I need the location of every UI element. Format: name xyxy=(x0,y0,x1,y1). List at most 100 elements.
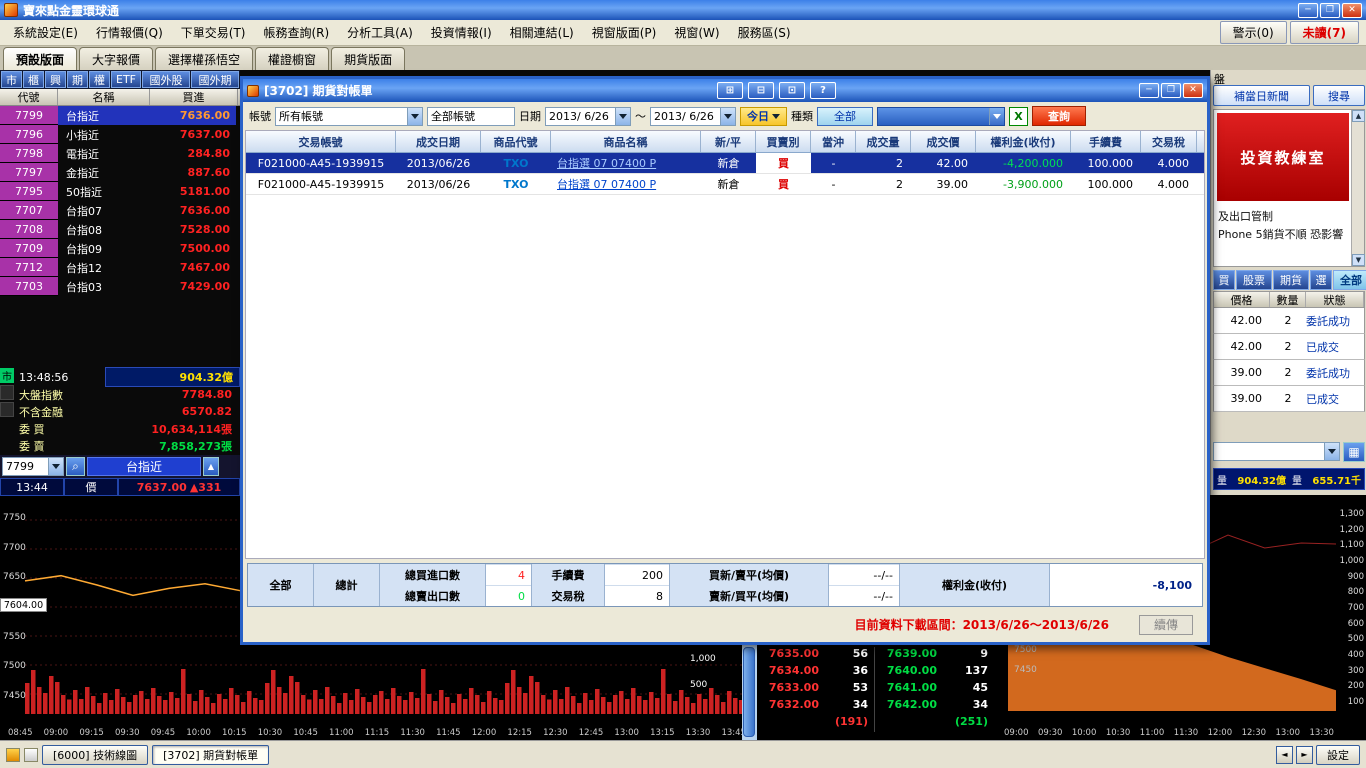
menu-item[interactable]: 行情報價(Q) xyxy=(87,20,172,45)
menu-item[interactable]: 視窗(W) xyxy=(665,20,728,45)
order-row[interactable]: 42.00 2 委託成功 xyxy=(1213,308,1365,334)
fetch-news-button[interactable]: 補當日新聞 xyxy=(1213,85,1310,106)
chevron-down-icon[interactable] xyxy=(989,107,1004,125)
dialog-close-button[interactable]: ✕ xyxy=(1183,83,1203,98)
quote-row[interactable]: 7796 小指近 7637.00 xyxy=(0,125,240,144)
scroll-up-icon[interactable]: ▲ xyxy=(1352,110,1365,122)
alert-button[interactable]: 警示(0) xyxy=(1219,21,1287,44)
menu-item[interactable]: 下單交易(T) xyxy=(172,20,255,45)
order-filter-tab[interactable]: 期貨 xyxy=(1273,270,1309,290)
depth-row[interactable]: 7635.00 56 7639.00 9 xyxy=(757,647,1000,664)
quote-row[interactable]: 7798 電指近 284.80 xyxy=(0,144,240,163)
market-tab[interactable]: ETF xyxy=(111,71,141,88)
menu-item[interactable]: 分析工具(A) xyxy=(338,20,422,45)
market-tab[interactable]: 國外股 xyxy=(142,71,190,88)
cell-product-link[interactable]: 台指選 07 07400 P xyxy=(551,174,701,194)
menu-item[interactable]: 系統設定(E) xyxy=(4,20,87,45)
cell-product-link[interactable]: 台指選 07 07400 P xyxy=(551,153,701,173)
statement-column-header[interactable]: 買賣別 xyxy=(756,131,811,152)
news-headline[interactable]: 及出口管制 xyxy=(1218,208,1273,224)
statement-column-header[interactable]: 交易帳號 xyxy=(246,131,396,152)
layout-tab-bigquote[interactable]: 大字報價 xyxy=(79,47,154,70)
quote-row[interactable]: 7709 台指09 7500.00 xyxy=(0,239,240,258)
taskbar-doc-icon[interactable] xyxy=(24,747,38,762)
quote-row[interactable]: 7799 台指近 7636.00 xyxy=(0,106,240,125)
layout-tab-warrants[interactable]: 權證櫥窗 xyxy=(255,47,330,70)
layout-tab-options[interactable]: 選擇權孫悟空 xyxy=(155,47,254,70)
quote-row[interactable]: 7797 金指近 887.60 xyxy=(0,163,240,182)
menu-item[interactable]: 服務區(S) xyxy=(729,20,800,45)
order-filter-tab[interactable]: 選 xyxy=(1310,270,1332,290)
dialog-titlebar[interactable]: [3702] 期貨對帳單 ⊞ ⊟ ⊡ ? ─ ❐ ✕ xyxy=(243,79,1207,102)
scroll-down-icon[interactable]: ▼ xyxy=(1352,254,1365,266)
quote-row[interactable]: 7707 台指07 7636.00 xyxy=(0,201,240,220)
chevron-down-icon[interactable] xyxy=(407,107,422,125)
market-tab[interactable]: 權 xyxy=(89,71,110,88)
taskbar-window-chart[interactable]: [6000] 技術線圖 xyxy=(42,744,149,765)
order-filter-tab[interactable]: 全部 xyxy=(1333,270,1366,290)
taskbar-window-statement[interactable]: [3702] 期貨對帳單 xyxy=(152,744,270,765)
account-select[interactable]: 所有帳號 xyxy=(275,106,423,126)
statement-column-header[interactable]: 當沖 xyxy=(811,131,856,152)
depth-row[interactable]: 7633.00 53 7641.00 45 xyxy=(757,681,1000,698)
statement-column-header[interactable]: 權利金(收付) xyxy=(976,131,1071,152)
order-row[interactable]: 42.00 2 已成交 xyxy=(1213,334,1365,360)
scroll-left-icon[interactable]: ◄ xyxy=(1276,745,1293,764)
order-row[interactable]: 39.00 2 委託成功 xyxy=(1213,360,1365,386)
scrollbar-thumb[interactable] xyxy=(743,647,755,737)
account-combobox[interactable] xyxy=(1213,442,1340,461)
statement-column-header[interactable]: 成交價 xyxy=(911,131,976,152)
market-tab[interactable]: 櫃 xyxy=(23,71,44,88)
symbol-search-button[interactable]: ⌕ xyxy=(66,457,85,476)
statement-column-header[interactable]: 手續費 xyxy=(1071,131,1141,152)
statement-row[interactable]: F021000-A45-1939915 2013/06/26 TXO 台指選 0… xyxy=(246,174,1204,195)
quote-row[interactable]: 7708 台指08 7528.00 xyxy=(0,220,240,239)
menu-item[interactable]: 投資情報(I) xyxy=(422,20,501,45)
statement-column-header[interactable]: 成交日期 xyxy=(396,131,481,152)
market-tab[interactable]: 市 xyxy=(1,71,22,88)
quick-panel-button[interactable]: ▦ xyxy=(1343,442,1365,462)
statement-column-header[interactable]: 商品代號 xyxy=(481,131,551,152)
chevron-down-icon[interactable] xyxy=(720,107,735,125)
tile-button-3[interactable]: ⊡ xyxy=(779,82,805,99)
dialog-minimize-button[interactable]: ─ xyxy=(1139,83,1159,98)
scroll-right-icon[interactable]: ► xyxy=(1296,745,1313,764)
quote-row[interactable]: 7795 50指近 5181.00 xyxy=(0,182,240,201)
layout-tab-futures[interactable]: 期貨版面 xyxy=(331,47,406,70)
close-button[interactable]: ✕ xyxy=(1342,2,1362,18)
menu-item[interactable]: 帳務查詢(R) xyxy=(254,20,338,45)
menu-item[interactable]: 相關連結(L) xyxy=(501,20,583,45)
dialog-maximize-button[interactable]: ❐ xyxy=(1161,83,1181,98)
chevron-down-icon[interactable] xyxy=(615,107,630,125)
quote-row[interactable]: 7703 台指03 7429.00 xyxy=(0,277,240,296)
settings-button[interactable]: 設定 xyxy=(1316,744,1360,765)
statement-column-header[interactable]: 商品名稱 xyxy=(551,131,701,152)
statement-row[interactable]: F021000-A45-1939915 2013/06/26 TXO 台指選 0… xyxy=(246,153,1204,174)
statement-column-header[interactable]: 成交量 xyxy=(856,131,911,152)
order-filter-tab[interactable]: 買 xyxy=(1213,270,1235,290)
taskbar-app-icon[interactable] xyxy=(6,747,20,762)
side-tab-3[interactable] xyxy=(0,402,14,417)
layout-tab-default[interactable]: 預設版面 xyxy=(3,47,78,70)
chevron-down-icon[interactable] xyxy=(1324,443,1339,460)
unread-button[interactable]: 未讀(7) xyxy=(1289,21,1359,44)
side-tab-market[interactable]: 市 xyxy=(0,368,14,383)
maximize-button[interactable]: ❐ xyxy=(1320,2,1340,18)
chevron-down-icon[interactable] xyxy=(48,458,63,475)
menu-item[interactable]: 視窗版面(P) xyxy=(583,20,666,45)
depth-row[interactable]: 7634.00 36 7640.00 137 xyxy=(757,664,1000,681)
panel-scrollbar[interactable] xyxy=(742,645,757,740)
query-button[interactable]: 查詢 xyxy=(1032,106,1086,126)
type-select[interactable] xyxy=(877,106,1005,126)
today-button[interactable]: 今日 xyxy=(740,106,787,126)
side-tab-2[interactable] xyxy=(0,385,14,400)
market-tab[interactable]: 國外期 xyxy=(191,71,239,88)
date-from-select[interactable]: 2013/ 6/26 xyxy=(545,106,631,126)
news-scrollbar[interactable]: ▲ ▼ xyxy=(1351,110,1365,266)
news-headline[interactable]: Phone 5銷貨不順 恐影響 xyxy=(1218,226,1343,242)
tile-button-2[interactable]: ⊟ xyxy=(748,82,774,99)
market-tab[interactable]: 期 xyxy=(67,71,88,88)
order-filter-tab[interactable]: 股票 xyxy=(1236,270,1272,290)
order-row[interactable]: 39.00 2 已成交 xyxy=(1213,386,1365,412)
resume-button[interactable]: 續傳 xyxy=(1139,614,1193,635)
